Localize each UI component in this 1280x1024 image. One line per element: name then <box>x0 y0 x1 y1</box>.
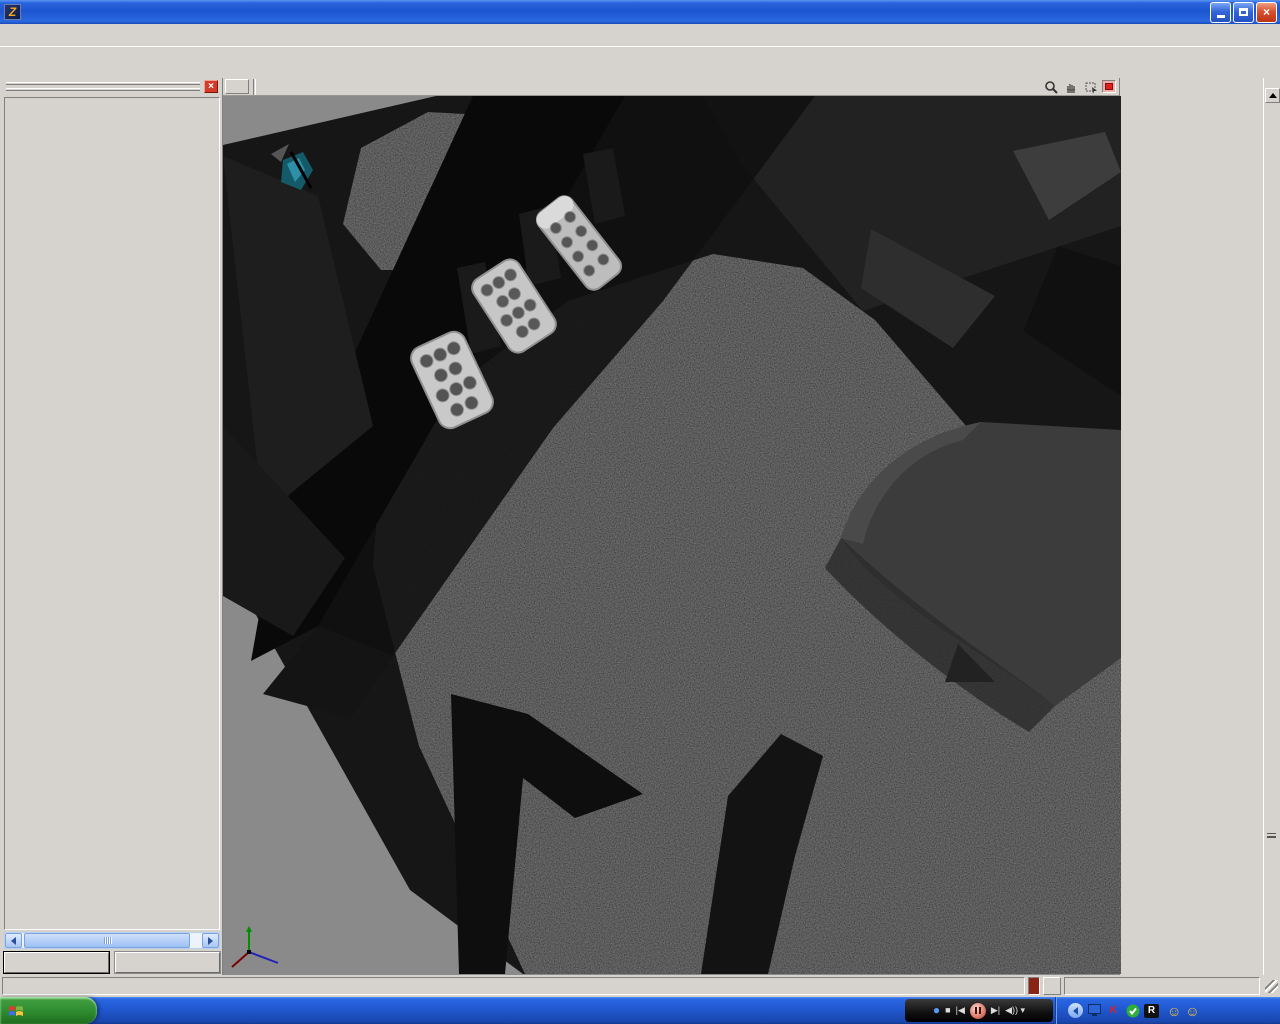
grip-ridge <box>6 88 200 91</box>
scene-tree <box>4 97 220 930</box>
start-button[interactable] <box>0 997 97 1024</box>
pause-icon[interactable] <box>969 1002 986 1019</box>
command-panel <box>1120 78 1280 975</box>
next-track-icon[interactable]: ▶| <box>991 1006 1000 1015</box>
horizontal-scrollbar[interactable] <box>4 932 220 949</box>
volume-icon[interactable]: ◀)) ▾ <box>1005 1006 1025 1015</box>
status-message <box>2 977 1025 995</box>
orbit-tool-icon[interactable] <box>1082 79 1099 94</box>
kaspersky-icon[interactable]: K <box>1106 1004 1121 1018</box>
zoom-tool-icon[interactable] <box>1042 79 1059 94</box>
hide-all-button[interactable] <box>115 952 220 973</box>
stop-icon[interactable]: ■ <box>945 1006 950 1015</box>
app-window: Z × × ● ■ |◀ ▶| ◀)) ▾ K R ☺ ☺ <box>0 0 1280 1024</box>
separator <box>253 78 256 95</box>
show-all-button[interactable] <box>4 952 109 973</box>
main-area: × <box>0 78 1280 975</box>
resize-grip-icon[interactable] <box>1265 979 1278 993</box>
viewport-mode-button[interactable] <box>225 79 249 94</box>
scrollbar-thumb[interactable] <box>24 933 190 948</box>
previous-track-icon[interactable]: |◀ <box>956 1006 965 1015</box>
maximize-icon <box>1239 8 1248 16</box>
command-list <box>1120 78 1263 975</box>
auto-button[interactable] <box>1043 977 1061 995</box>
pan-tool-icon[interactable] <box>1062 79 1079 94</box>
scroll-right-icon[interactable] <box>202 933 219 948</box>
title-bar: Z × <box>0 0 1280 24</box>
grip-ridge <box>6 82 200 85</box>
display-settings-icon[interactable] <box>1087 1004 1102 1018</box>
agent-online-icon[interactable] <box>1125 1004 1140 1018</box>
selected-mode-indicator <box>1028 977 1040 995</box>
maximize-button[interactable] <box>1233 1 1254 23</box>
scrollbar-track[interactable] <box>22 933 202 948</box>
system-tray: K R ☺ ☺ <box>1055 997 1280 1024</box>
panel-grip[interactable]: × <box>4 79 220 96</box>
media-player-toolbar[interactable]: ● ■ |◀ ▶| ◀)) ▾ <box>905 999 1053 1022</box>
close-button[interactable]: × <box>1256 1 1277 23</box>
viewport-header <box>223 78 1119 96</box>
tree-buttons <box>4 951 220 975</box>
scene-tree-panel: × <box>0 78 222 975</box>
viewport <box>222 78 1121 975</box>
panel-close-icon[interactable]: × <box>204 80 218 93</box>
minimize-button[interactable] <box>1210 1 1231 23</box>
taskbar: ● ■ |◀ ▶| ◀)) ▾ K R ☺ ☺ <box>0 997 1280 1024</box>
panel-scrollbar[interactable] <box>1263 78 1280 975</box>
media-logo-icon: ● <box>932 1003 941 1017</box>
viewport-canvas[interactable] <box>223 96 1121 975</box>
scroll-left-icon[interactable] <box>5 933 22 948</box>
3d-scene <box>223 96 1121 974</box>
minimize-icon <box>1216 15 1225 18</box>
maximize-viewport-icon[interactable] <box>1102 80 1116 93</box>
windows-flag-icon <box>9 1005 23 1016</box>
scroll-up-icon[interactable] <box>1265 88 1280 103</box>
scrollbar-grip[interactable] <box>1267 833 1276 838</box>
qip-status-icon[interactable]: ☺ <box>1167 1004 1181 1018</box>
toolbar <box>0 47 1280 78</box>
zmodeler-app-icon: Z <box>4 4 21 20</box>
status-bar <box>0 975 1280 997</box>
cursor-coordinates <box>1064 977 1260 995</box>
menu-bar <box>0 24 1280 47</box>
qip-status-icon[interactable]: ☺ <box>1185 1004 1199 1018</box>
r-app-icon[interactable]: R <box>1144 1003 1159 1018</box>
taskbar-tasks <box>97 997 903 1024</box>
tray-collapse-chevron-icon[interactable] <box>1068 1003 1083 1018</box>
